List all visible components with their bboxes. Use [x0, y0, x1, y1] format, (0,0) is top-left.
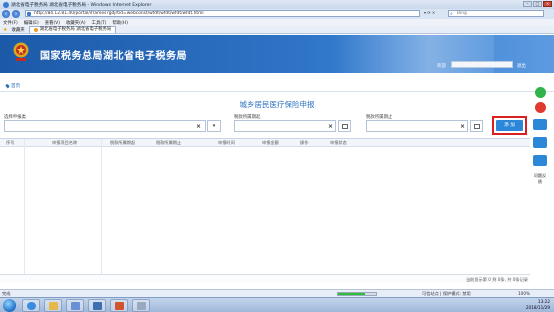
refresh-stop-controls[interactable]: ▾ ⟳ × [424, 10, 444, 17]
table-pagination: 当前显示第 0 到 0条, 共 0条记录 [0, 274, 530, 283]
col-action[interactable]: 操作 [300, 140, 308, 146]
service-icon[interactable] [533, 119, 547, 130]
welcome-text: 欢迎 [437, 64, 446, 69]
col-period-end[interactable]: 税款所属期止 [156, 140, 181, 146]
taskbar-media-app[interactable] [66, 299, 84, 312]
menu-favorites[interactable]: 收藏夹(A) [66, 20, 86, 26]
minimize-button[interactable]: – [523, 1, 532, 7]
search-input[interactable]: ⌕ Bing [448, 10, 544, 17]
star-icon: ★ [3, 26, 8, 33]
ie-menu-bar: 文件(F) 编辑(E) 查看(V) 收藏夹(A) 工具(T) 帮助(H) [0, 19, 554, 26]
col-amount[interactable]: 申报金额 [262, 140, 279, 146]
tax-emblem-icon [13, 42, 29, 61]
ie-logo-icon [3, 1, 9, 8]
tab-favicon [33, 28, 38, 32]
page-favicon [27, 12, 31, 16]
browser-tab[interactable]: 湖北省电子税务局 湖北省电子税务局 [28, 26, 117, 33]
menu-edit[interactable]: 编辑(E) [24, 20, 39, 26]
favorites-button[interactable]: 收藏夹 [11, 27, 24, 33]
user-info [451, 61, 513, 68]
col-status[interactable]: 申报状态 [330, 140, 347, 146]
calendar-icon[interactable] [470, 120, 483, 132]
clear-icon[interactable]: × [196, 123, 201, 130]
col-index[interactable]: 序号 [6, 140, 14, 146]
ie-status-bar: 完成 可信站点 | 保护模式: 禁用 100% [0, 289, 554, 297]
clear-icon[interactable]: × [328, 123, 333, 130]
window-controls: – □ × [523, 1, 552, 7]
menu-file[interactable]: 文件(F) [3, 20, 18, 26]
windows-taskbar: 13:22 2018/11/29 [0, 297, 554, 312]
location-pin-icon [5, 83, 10, 89]
forward-icon[interactable]: › [12, 10, 20, 18]
maximize-button[interactable]: □ [533, 1, 542, 7]
period-end-input[interactable]: × [366, 120, 468, 132]
col-declare-time[interactable]: 申报时间 [218, 140, 235, 146]
logout-link[interactable]: 退出 [517, 63, 526, 69]
pagination-info: 当前显示第 0 到 0条, 共 0条记录 [465, 277, 528, 282]
add-button[interactable]: 添 加 [496, 120, 523, 131]
period-start-input[interactable]: × [234, 120, 336, 132]
menu-tools[interactable]: 工具(T) [92, 20, 107, 26]
feedback-label[interactable]: 问题反馈 [532, 173, 548, 185]
taskbar-ie-app[interactable] [22, 299, 40, 312]
taskbar-app[interactable] [88, 299, 106, 312]
breadcrumb-home[interactable]: 首页 [11, 83, 20, 89]
tab-label: 湖北省电子税务局 湖北省电子税务局 [39, 27, 112, 32]
declaration-table: 序号 申报项目名称 税款所属期起 税款所属期止 申报时间 申报金额 操作 申报状… [0, 138, 530, 275]
zoom-level[interactable]: 100% [518, 291, 530, 296]
calendar-icon[interactable] [338, 120, 351, 132]
wechat-icon[interactable] [535, 87, 546, 98]
address-toolbar: ‹ › http://84.12.81.40/portal/iframes?gd… [0, 9, 554, 19]
load-progress-fill [338, 293, 365, 295]
site-banner: 国家税务总局湖北省电子税务局 欢迎 退出 [0, 35, 554, 73]
declaration-type-select[interactable]: × [4, 120, 206, 132]
taskbar-app[interactable] [110, 299, 128, 312]
close-button[interactable]: × [543, 1, 552, 7]
clear-icon[interactable]: × [460, 123, 465, 130]
load-progress [337, 292, 377, 296]
site-title: 国家税务总局湖北省电子税务局 [40, 51, 187, 62]
col-period-start[interactable]: 税款所属期起 [110, 140, 135, 146]
taskbar-app[interactable] [132, 299, 150, 312]
col-item-name[interactable]: 申报项目名称 [52, 140, 77, 146]
window-title: 湖北省电子税务局 湖北省电子税务局 - Windows Internet Exp… [11, 2, 152, 8]
ie-title-bar: 湖北省电子税务局 湖北省电子税务局 - Windows Internet Exp… [0, 0, 554, 9]
tray-date: 2018/11/29 [525, 305, 550, 310]
system-tray[interactable]: 13:22 2018/11/29 [526, 299, 550, 311]
breadcrumb[interactable]: 首页 [5, 83, 20, 89]
table-header: 序号 申报项目名称 税款所属期起 税款所属期止 申报时间 申报金额 操作 申报状… [0, 139, 530, 147]
feedback-icon[interactable] [533, 155, 547, 166]
menu-view[interactable]: 查看(V) [45, 20, 60, 26]
weibo-icon[interactable] [535, 102, 546, 113]
page-title: 城乡居民医疗保险申报 [239, 100, 315, 109]
menu-help[interactable]: 帮助(H) [112, 20, 128, 26]
column-divider [101, 139, 102, 275]
back-icon[interactable]: ‹ [2, 10, 10, 18]
address-input[interactable]: http://84.12.81.40/portal/iframes?gdjrti… [25, 10, 420, 17]
chevron-down-icon[interactable]: ▾ [207, 120, 221, 132]
start-button[interactable] [3, 299, 16, 312]
breadcrumb-divider [0, 91, 554, 92]
bing-icon: ⌕ [450, 11, 453, 17]
favorites-bar: ★ 收藏夹 湖北省电子税务局 湖北省电子税务局 [0, 26, 554, 34]
column-divider [24, 139, 25, 275]
taskbar-explorer-app[interactable] [44, 299, 62, 312]
breadcrumb-row: 首页 [0, 73, 554, 92]
search-placeholder: Bing [457, 11, 467, 16]
address-text: http://84.12.81.40/portal/iframes?gdjrti… [34, 11, 204, 16]
help-icon[interactable] [533, 137, 547, 148]
